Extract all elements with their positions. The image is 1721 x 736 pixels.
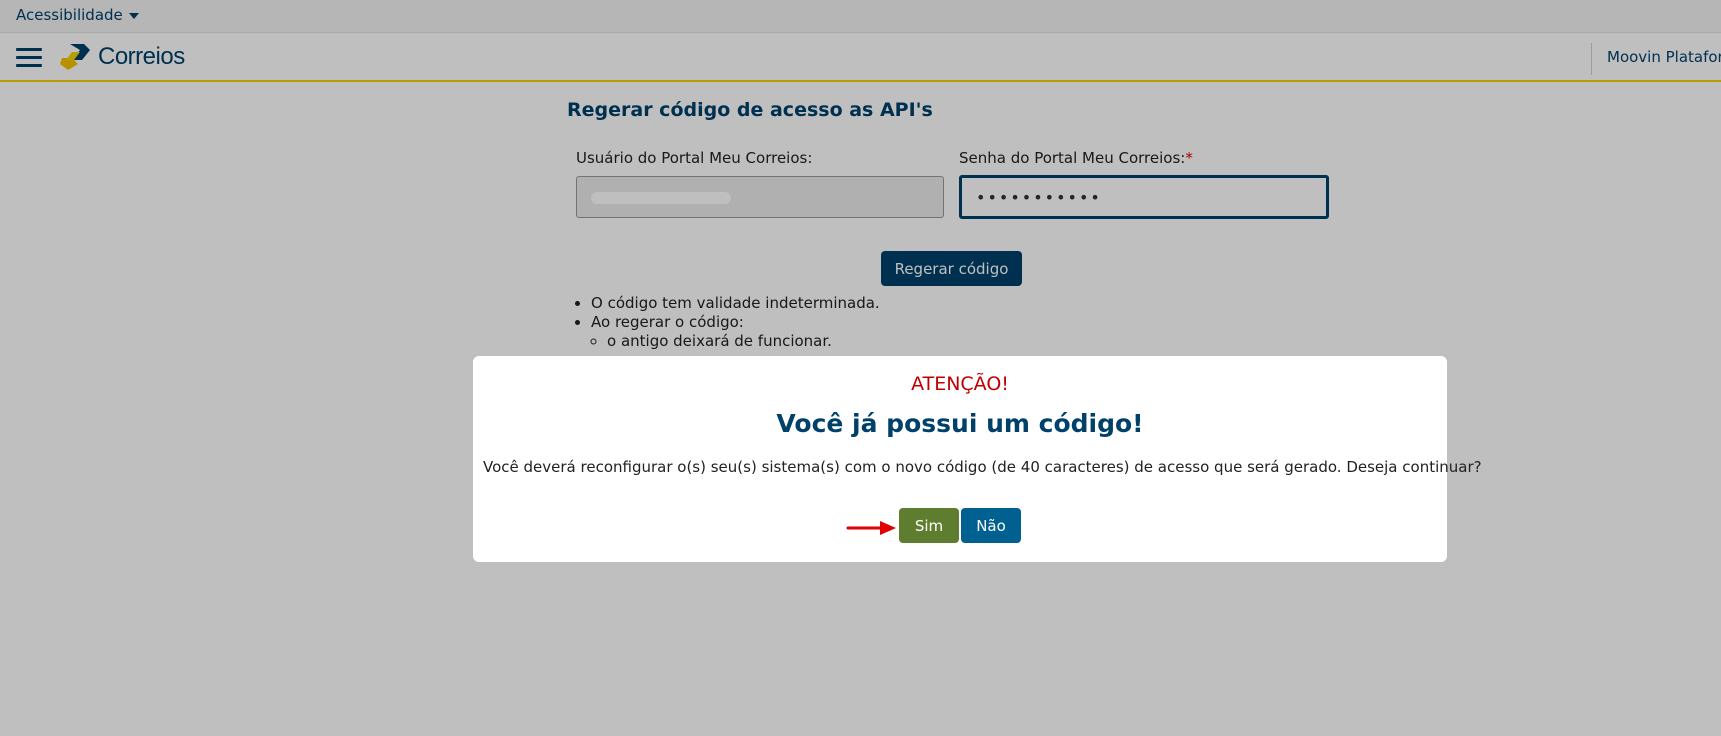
modal-buttons: Sim Não: [473, 508, 1447, 543]
yes-button[interactable]: Sim: [899, 508, 959, 543]
modal-message: Você deverá reconfigurar o(s) seu(s) sis…: [483, 458, 1482, 476]
modal-title: Você já possui um código!: [776, 409, 1144, 438]
confirmation-modal: ATENÇÃO! Você já possui um código! Você …: [473, 356, 1482, 562]
modal-alert: ATENÇÃO!: [911, 373, 1009, 395]
no-button[interactable]: Não: [961, 508, 1021, 543]
annotation-arrow-icon: [846, 521, 896, 535]
